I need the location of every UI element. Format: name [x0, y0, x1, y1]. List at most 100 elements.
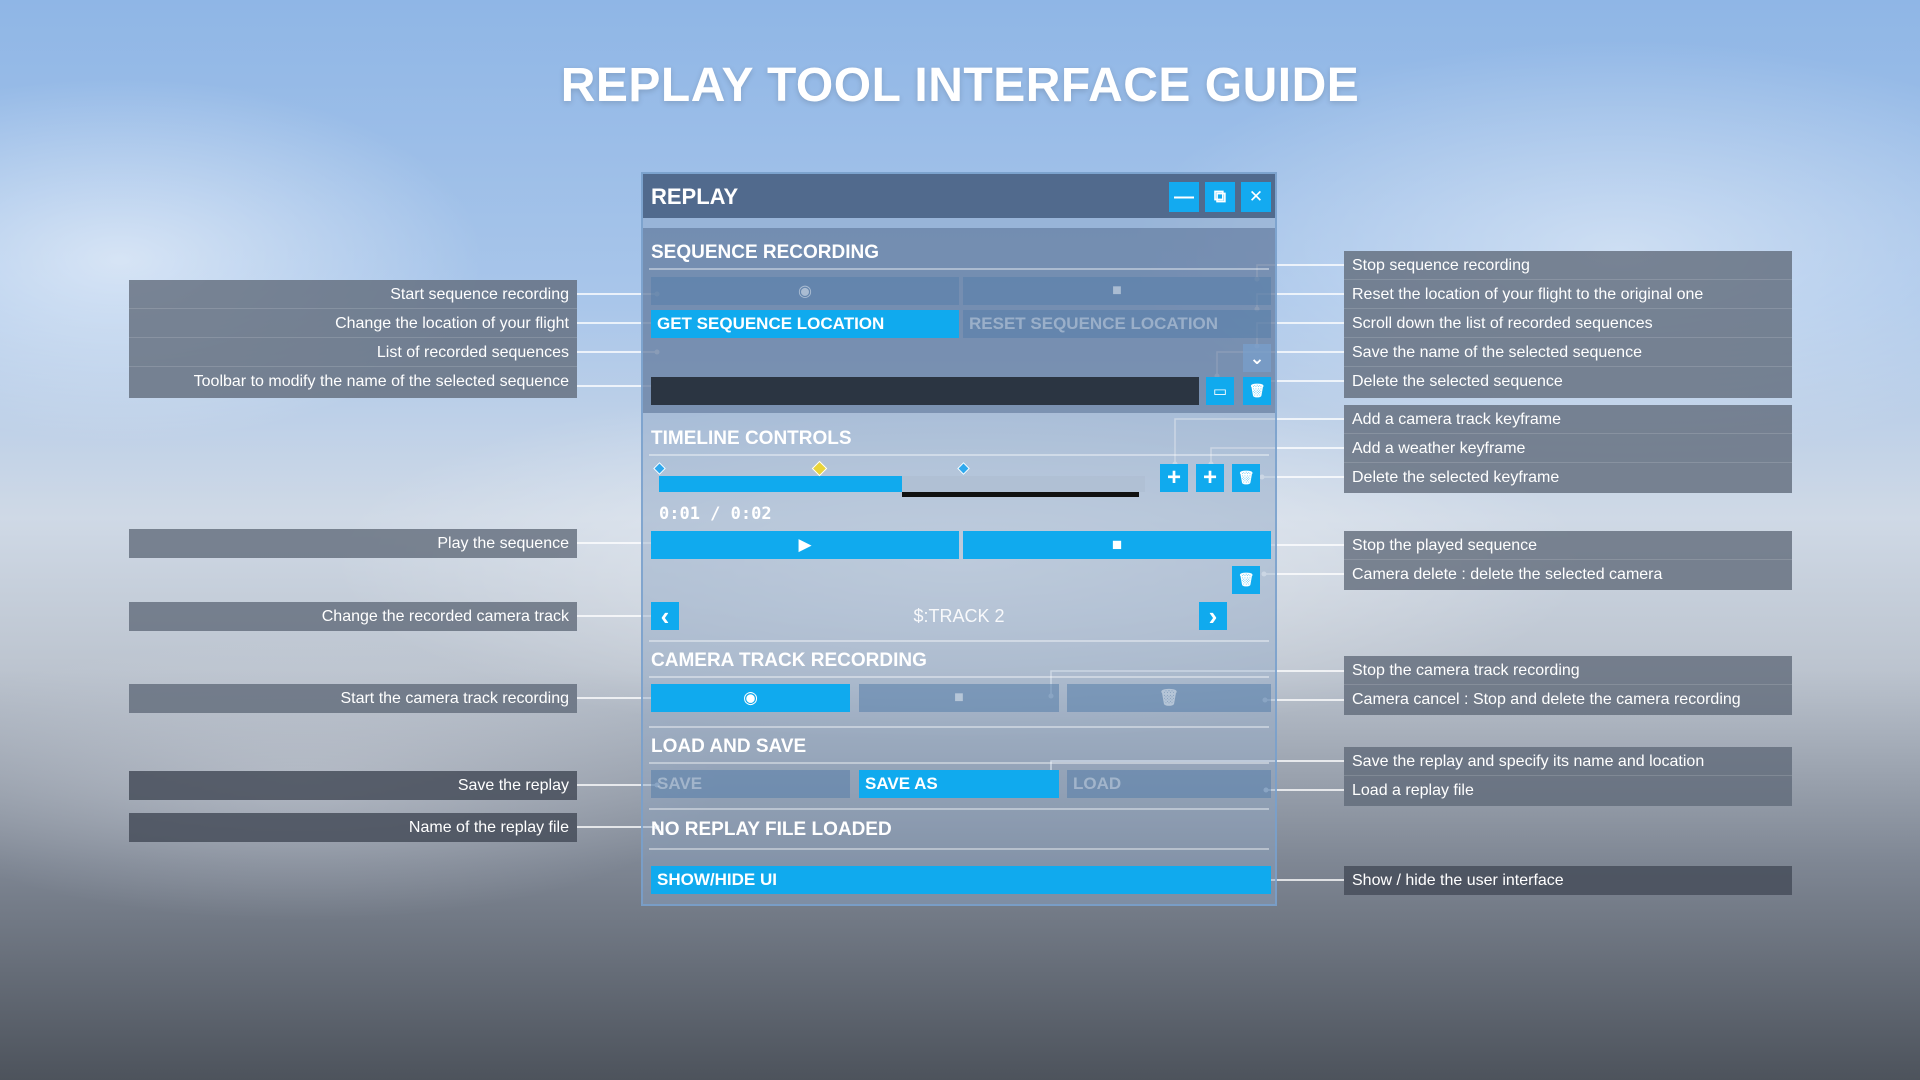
annotation-group-right-sequence: Stop sequence recording Reset the locati… — [1344, 251, 1792, 398]
section-divider — [649, 762, 1269, 764]
save-button[interactable]: SAVE — [651, 770, 850, 798]
annotation-change-location: Change the location of your flight — [129, 309, 577, 338]
plus-icon: + — [1202, 464, 1217, 491]
scroll-sequences-button[interactable]: ⌄ — [1243, 344, 1271, 372]
play-sequence-button[interactable]: ▶ — [651, 531, 959, 559]
annotation-group-right-camera: Stop the camera track recording Camera c… — [1344, 656, 1792, 715]
annotation-group-left-track: Change the recorded camera track — [129, 602, 577, 631]
get-sequence-location-button[interactable]: GET SEQUENCE LOCATION — [651, 310, 959, 338]
save-icon: ▭ — [1212, 383, 1228, 400]
stop-camera-record-button[interactable]: ■ — [859, 684, 1059, 712]
get-sequence-location-label: GET SEQUENCE LOCATION — [657, 314, 885, 333]
load-and-save-title: LOAD AND SAVE — [651, 736, 807, 757]
annotation-stop-played-sequence: Stop the played sequence — [1344, 531, 1792, 560]
trash-icon: 🗑 — [1237, 572, 1255, 587]
close-icon: ✕ — [1248, 187, 1264, 206]
annotation-group-right-keyframes: Add a camera track keyframe Add a weathe… — [1344, 405, 1792, 493]
annotation-stop-sequence-recording: Stop sequence recording — [1344, 251, 1792, 280]
stop-sequence-button[interactable]: ■ — [963, 531, 1271, 559]
camera-keyframe-marker[interactable] — [957, 462, 970, 475]
cancel-camera-record-button[interactable]: 🗑 — [1067, 684, 1271, 712]
annotation-delete-keyframe: Delete the selected keyframe — [1352, 469, 1560, 486]
save-as-button[interactable]: SAVE AS — [859, 770, 1059, 798]
annotation-group-right-playback: Stop the played sequence Camera delete :… — [1344, 531, 1792, 590]
annotation-replay-file-name: Name of the replay file — [408, 819, 569, 836]
replay-panel: REPLAY — ⧉ ✕ SEQUENCE RECORDING ◉ ■ GET … — [641, 172, 1277, 906]
annotation-save-sequence-name: Save the name of the selected sequence — [1344, 338, 1792, 367]
delete-sequence-button[interactable]: 🗑 — [1243, 377, 1271, 405]
next-track-button[interactable]: › — [1199, 600, 1227, 631]
start-sequence-record-button[interactable]: ◉ — [651, 277, 959, 305]
section-divider — [649, 676, 1269, 678]
minimize-button[interactable]: — — [1169, 182, 1199, 212]
save-label: SAVE — [657, 774, 703, 793]
trash-icon: 🗑 — [1158, 690, 1180, 707]
minimize-icon: — — [1174, 185, 1194, 208]
annotation-show-hide-ui: Show / hide the user interface — [1352, 872, 1564, 889]
time-display: 0:01 / 0:02 — [659, 504, 772, 524]
popout-button[interactable]: ⧉ — [1205, 182, 1235, 212]
save-sequence-name-button[interactable]: ▭ — [1206, 377, 1234, 405]
annotation-group-left-save: Save the replay — [129, 771, 577, 800]
show-hide-ui-label: SHOW/HIDE UI — [657, 870, 777, 889]
sequence-name-input[interactable] — [651, 377, 1199, 405]
section-divider — [649, 726, 1269, 728]
weather-keyframe-marker[interactable] — [811, 460, 828, 477]
annotation-group-left-file: Name of the replay file — [129, 813, 577, 842]
annotation-save-as: Save the replay and specify its name and… — [1344, 747, 1792, 776]
close-button[interactable]: ✕ — [1241, 182, 1271, 212]
trash-icon: 🗑 — [1248, 383, 1266, 398]
stop-icon: ■ — [1111, 535, 1123, 554]
add-weather-keyframe-button[interactable]: + — [1196, 464, 1224, 492]
chevron-right-icon: › — [1208, 600, 1218, 631]
play-icon: ▶ — [798, 535, 812, 554]
timeline-remaining-bar — [902, 492, 1139, 497]
chevron-down-icon: ⌄ — [1249, 347, 1265, 368]
section-divider — [649, 268, 1269, 270]
replay-file-name: NO REPLAY FILE LOADED — [651, 819, 892, 840]
camera-track-recording-title: CAMERA TRACK RECORDING — [651, 650, 927, 671]
annotation-camera-delete: Camera delete : delete the selected came… — [1352, 566, 1663, 583]
reset-sequence-location-label: RESET SEQUENCE LOCATION — [969, 314, 1219, 333]
camera-keyframe-marker[interactable] — [653, 462, 666, 475]
timeline-track[interactable] — [659, 476, 1145, 492]
sequence-list[interactable] — [651, 342, 1231, 372]
popout-icon: ⧉ — [1213, 187, 1227, 206]
annotation-delete-sequence: Delete the selected sequence — [1352, 373, 1563, 390]
annotation-reset-location: Reset the location of your flight to the… — [1344, 280, 1792, 309]
annotation-scroll-sequences: Scroll down the list of recorded sequenc… — [1344, 309, 1792, 338]
annotation-group-right-ui: Show / hide the user interface — [1344, 866, 1792, 895]
stop-icon: ■ — [1112, 282, 1122, 299]
panel-title: REPLAY — [651, 184, 739, 209]
panel-header: REPLAY — ⧉ ✕ — [643, 174, 1275, 218]
delete-keyframe-button[interactable]: 🗑 — [1232, 464, 1260, 492]
stop-icon: ■ — [954, 689, 964, 706]
annotation-start-sequence-recording: Start sequence recording — [129, 280, 577, 309]
camera-delete-button[interactable]: 🗑 — [1232, 566, 1260, 594]
annotation-group-left-cam-record: Start the camera track recording — [129, 684, 577, 713]
plus-icon: + — [1166, 464, 1181, 491]
annotation-list-sequences: List of recorded sequences — [129, 338, 577, 367]
load-button[interactable]: LOAD — [1067, 770, 1271, 798]
start-camera-record-button[interactable]: ◉ — [651, 684, 850, 712]
timeline-progress-fill — [659, 476, 902, 492]
camera-track-name: $:TRACK 2 — [913, 606, 1005, 626]
annotation-group-left-sequence: Start sequence recording Change the loca… — [129, 280, 577, 398]
load-label: LOAD — [1073, 774, 1122, 793]
save-as-label: SAVE AS — [865, 774, 938, 793]
stop-sequence-record-button[interactable]: ■ — [963, 277, 1271, 305]
page-title: REPLAY TOOL INTERFACE GUIDE — [560, 59, 1360, 112]
annotation-change-camera-track: Change the recorded camera track — [321, 608, 569, 625]
add-camera-keyframe-button[interactable]: + — [1160, 464, 1188, 492]
annotation-play-sequence: Play the sequence — [437, 535, 569, 552]
section-divider — [649, 454, 1269, 456]
section-divider — [649, 640, 1269, 642]
record-icon: ◉ — [798, 283, 812, 300]
annotation-name-toolbar: Toolbar to modify the name of the select… — [193, 373, 569, 390]
show-hide-ui-button[interactable]: SHOW/HIDE UI — [651, 866, 1271, 894]
reset-sequence-location-button[interactable]: RESET SEQUENCE LOCATION — [963, 310, 1271, 338]
annotation-load-replay: Load a replay file — [1352, 782, 1474, 799]
annotation-group-left-play: Play the sequence — [129, 529, 577, 558]
annotation-stop-camera-recording: Stop the camera track recording — [1344, 656, 1792, 685]
timeline-controls-title: TIMELINE CONTROLS — [651, 428, 852, 449]
